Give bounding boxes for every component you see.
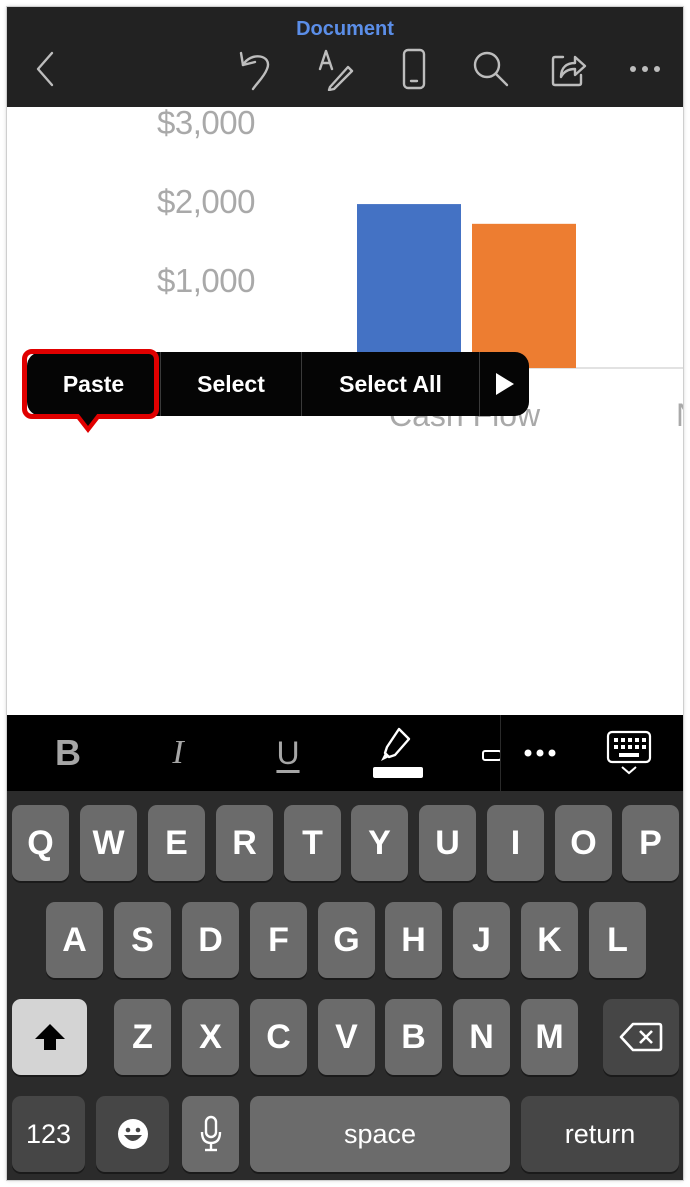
key-t[interactable]: T [284, 805, 341, 881]
menu-pointer [78, 413, 98, 426]
underline-button[interactable]: U [263, 715, 313, 791]
key-i[interactable]: I [487, 805, 544, 881]
microphone-icon [200, 1115, 221, 1152]
key-f[interactable]: F [250, 902, 307, 978]
dictation-key[interactable] [182, 1096, 239, 1172]
key-w[interactable]: W [80, 805, 137, 881]
draw-pen-icon[interactable] [314, 47, 358, 91]
undo-icon[interactable] [235, 47, 279, 91]
key-h[interactable]: H [385, 902, 442, 978]
select-menu-item[interactable]: Select [160, 352, 301, 416]
y-tick-label: $2,000 [157, 183, 255, 220]
underline-icon: U [276, 734, 300, 771]
edit-context-menu: Paste Select Select All [27, 352, 529, 416]
x-category-label-cropped: N [676, 397, 683, 434]
key-g[interactable]: G [318, 902, 375, 978]
space-key[interactable]: space [250, 1096, 510, 1172]
hide-keyboard-button[interactable] [603, 715, 655, 791]
key-p[interactable]: P [622, 805, 679, 881]
share-icon[interactable] [547, 47, 591, 91]
key-c[interactable]: C [250, 999, 307, 1075]
key-o[interactable]: O [555, 805, 612, 881]
play-right-icon [495, 373, 514, 395]
key-n[interactable]: N [453, 999, 510, 1075]
key-v[interactable]: V [318, 999, 375, 1075]
app-window: Document $3,000 $2,000 $1,000 Cash Flow … [7, 7, 683, 1180]
key-y[interactable]: Y [351, 805, 408, 881]
bar-series-1[interactable] [357, 204, 461, 368]
key-e[interactable]: E [148, 805, 205, 881]
return-key[interactable]: return [521, 1096, 679, 1172]
emoji-icon [117, 1119, 148, 1149]
italic-button[interactable]: I [153, 715, 203, 791]
hide-keyboard-icon [606, 730, 652, 775]
key-m[interactable]: M [521, 999, 578, 1075]
numbers-key[interactable]: 123 [12, 1096, 85, 1172]
key-d[interactable]: D [182, 902, 239, 978]
key-a[interactable]: A [46, 902, 103, 978]
backspace-icon [619, 1022, 663, 1052]
key-b[interactable]: B [385, 999, 442, 1075]
italic-icon: I [172, 734, 184, 771]
bold-button[interactable]: B [43, 715, 93, 791]
key-q[interactable]: Q [12, 805, 69, 881]
font-color-icon [482, 750, 501, 761]
font-color-button[interactable] [481, 715, 501, 791]
key-k[interactable]: K [521, 902, 578, 978]
select-all-menu-item[interactable]: Select All [301, 352, 479, 416]
key-z[interactable]: Z [114, 999, 171, 1075]
top-nav-bar: Document [7, 7, 683, 107]
more-format-button[interactable] [517, 715, 563, 791]
more-options-button[interactable] [479, 352, 529, 416]
y-tick-label: $1,000 [157, 262, 255, 299]
more-icon [524, 749, 556, 757]
key-r[interactable]: R [216, 805, 273, 881]
bar-series-2[interactable] [472, 223, 576, 368]
paste-menu-item[interactable]: Paste [27, 352, 160, 416]
backspace-key[interactable] [603, 999, 679, 1075]
shift-key[interactable] [12, 999, 87, 1075]
search-icon[interactable] [469, 47, 513, 91]
y-tick-label: $3,000 [157, 104, 255, 141]
format-toolbar: B I U [7, 715, 683, 791]
mobile-view-icon[interactable] [392, 47, 436, 91]
emoji-key[interactable] [96, 1096, 169, 1172]
document-canvas[interactable]: $3,000 $2,000 $1,000 Cash Flow N Paste S… [7, 104, 683, 715]
more-icon[interactable] [623, 47, 667, 91]
key-j[interactable]: J [453, 902, 510, 978]
key-u[interactable]: U [419, 805, 476, 881]
document-title: Document [296, 18, 394, 40]
back-chevron-icon[interactable] [23, 47, 67, 91]
key-l[interactable]: L [589, 902, 646, 978]
key-s[interactable]: S [114, 902, 171, 978]
highlighter-icon [373, 727, 423, 778]
toolbar-divider [500, 715, 501, 791]
highlighter-button[interactable] [367, 715, 427, 791]
key-x[interactable]: X [182, 999, 239, 1075]
on-screen-keyboard: Q W E R T Y U I O P A S D F G H J K L Z … [7, 791, 683, 1180]
shift-arrow-icon [34, 1024, 65, 1050]
bold-icon: B [55, 732, 81, 773]
